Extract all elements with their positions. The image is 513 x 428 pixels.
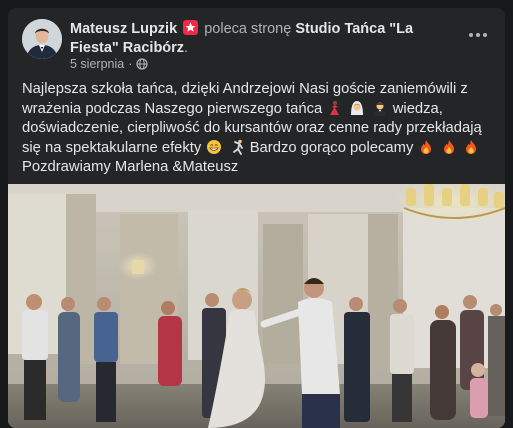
action-text: poleca stronę (204, 21, 292, 37)
groom-emoji (373, 102, 386, 116)
recommend-badge-icon (183, 20, 199, 35)
post-header: Mateusz Lupzik poleca stronę Studio Tańc… (70, 20, 414, 56)
post-card: Mateusz Lupzik poleca stronę Studio Tańc… (8, 8, 505, 428)
post-date[interactable]: 5 sierpnia (70, 57, 124, 71)
bride-emoji (351, 100, 364, 115)
fire-emoji (421, 139, 432, 154)
author-name[interactable]: Mateusz Lupzik (70, 21, 177, 37)
fire-emoji (443, 139, 454, 154)
globe-icon[interactable] (136, 58, 148, 70)
post-text-signature: Pozdrawiamy Marlena &Mateusz (22, 159, 239, 176)
post-meta: 5 sierpnia · (70, 57, 148, 71)
fire-emoji (465, 139, 476, 154)
post-text: Najlepsza szkoła tańca, dzięki Andrzejow… (22, 80, 492, 178)
dancer-emoji (330, 100, 340, 115)
dancing-man-emoji (232, 139, 243, 155)
post-photo[interactable] (8, 184, 505, 428)
post-text-part-3: Bardzo gorąco polecamy (249, 139, 418, 156)
meta-separator: · (128, 57, 133, 71)
grinning-face-emoji (207, 139, 222, 154)
author-avatar[interactable] (22, 19, 62, 59)
more-options-icon[interactable] (465, 25, 491, 45)
